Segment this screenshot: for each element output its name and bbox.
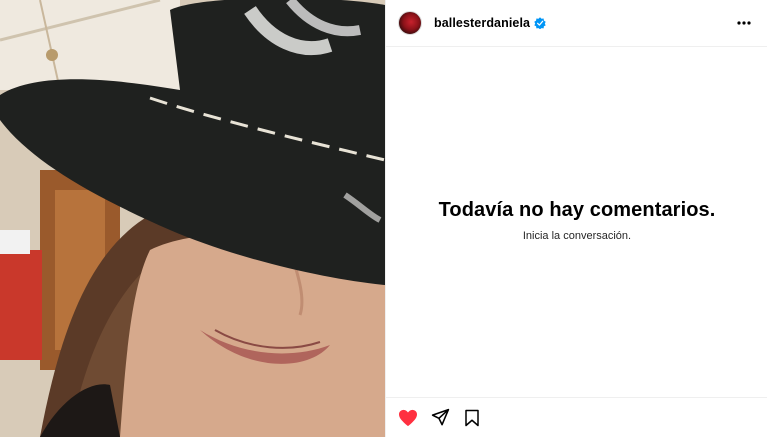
post-side-panel: ballesterdaniela Todavía no hay comentar…	[385, 0, 767, 437]
save-button[interactable]	[460, 406, 484, 430]
post-image[interactable]	[0, 0, 385, 437]
empty-comments-state: Todavía no hay comentarios. Inicia la co…	[386, 199, 767, 242]
bookmark-icon	[465, 409, 479, 426]
empty-comments-subtitle: Inicia la conversación.	[522, 230, 632, 242]
verified-badge-icon	[534, 17, 546, 29]
post-action-bar	[386, 397, 767, 437]
post-photo-illustration	[0, 0, 385, 437]
paper-plane-icon	[431, 408, 449, 426]
more-options-icon[interactable]	[734, 13, 754, 33]
share-button[interactable]	[428, 406, 452, 430]
like-button[interactable]	[396, 406, 420, 430]
post-header: ballesterdaniela	[386, 0, 767, 47]
profile-avatar[interactable]	[398, 11, 422, 35]
empty-comments-title: Todavía no hay comentarios.	[438, 199, 716, 221]
heart-filled-icon	[399, 409, 417, 426]
username-link[interactable]: ballesterdaniela	[434, 16, 530, 30]
